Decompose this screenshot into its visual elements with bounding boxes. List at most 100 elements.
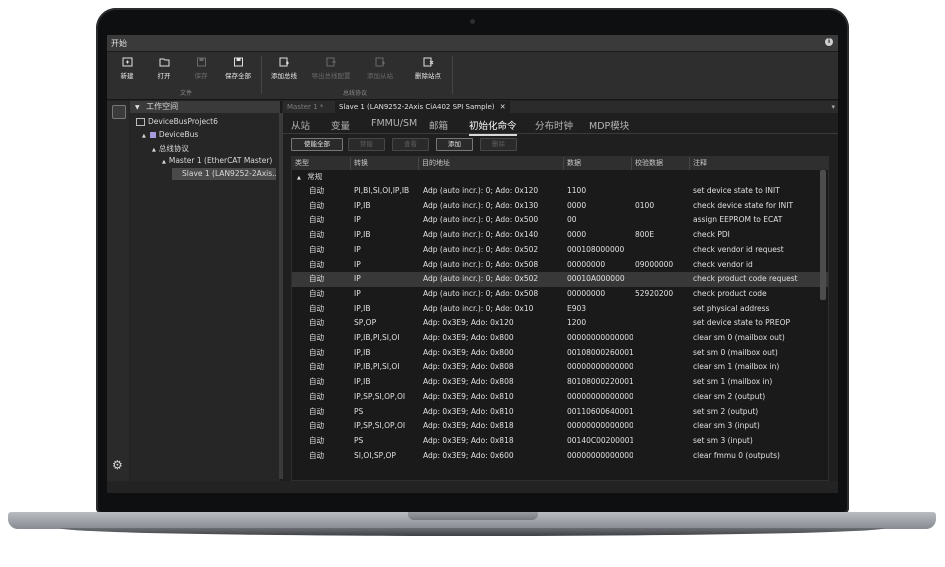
save-icon <box>196 57 206 67</box>
table-row[interactable]: 自动 PS Adp: 0x3E9; Ado: 0x810 00110600640001… <box>292 405 828 420</box>
tree-item-master[interactable]: ▲ Master 1 (EtherCAT Master) <box>162 156 272 165</box>
table-row[interactable]: 自动 IP,IB Adp (auto incr.): 0; Ado: 0x130 00… <box>292 199 828 214</box>
collapse-arrow-icon[interactable]: ▲ <box>297 175 301 181</box>
table-cell: Adp: 0x3E9; Ado: 0x120 <box>423 318 514 328</box>
tab-variables[interactable]: 变量 <box>331 118 350 132</box>
table-cell: 00000000 <box>567 288 606 298</box>
table-row[interactable]: 自动 IP,IB,PI,SI,OI Adp: 0x3E9; Ado: 0x808 00… <box>292 360 828 375</box>
info-icon[interactable]: i <box>825 38 833 46</box>
tree-item-project[interactable]: DeviceBusProject6 <box>136 117 218 126</box>
table-cell: set sm 3 (input) <box>693 435 753 445</box>
table-row[interactable]: 自动 IP,IB Adp (auto incr.): 0; Ado: 0x140 00… <box>292 228 828 243</box>
table-row[interactable]: 自动 IP,SP,SI,OP,OI Adp: 0x3E9; Ado: 0x818 00… <box>292 419 828 434</box>
save-all-button[interactable]: 保存全部 <box>220 57 256 80</box>
expand-arrow-icon[interactable]: ▲ <box>162 159 166 165</box>
table-cell: clear fmmu 0 (outputs) <box>693 450 780 460</box>
table-cell: set device state to PREOP <box>693 318 791 328</box>
table-cell: IP,IB <box>354 230 371 240</box>
tree-item-slave[interactable]: Slave 1 (LAN9252-2Axis... <box>172 168 276 180</box>
column-header-comment[interactable]: 注释 <box>689 157 828 170</box>
column-header-destination[interactable]: 目的地址 <box>418 157 563 170</box>
expand-arrow-icon[interactable]: ▲ <box>152 147 156 153</box>
workspace-nav-icon[interactable] <box>112 105 126 119</box>
tab-mdp-module[interactable]: MDP模块 <box>589 118 629 132</box>
table-row[interactable]: 自动 IP,IB Adp: 0x3E9; Ado: 0x800 00108000260… <box>292 346 828 361</box>
add-button[interactable]: 添加 <box>436 138 473 151</box>
table-cell: check vendor id request <box>693 244 784 254</box>
delete-station-icon <box>423 57 433 67</box>
tree-item-bus-protocol[interactable]: ▲ 总线协议 <box>152 143 189 154</box>
project-icon <box>136 118 145 126</box>
add-bus-button[interactable]: 添加总线 <box>266 57 302 80</box>
disable-button[interactable]: 禁能 <box>348 138 385 151</box>
table-cell: 0000 <box>567 230 587 240</box>
group-row[interactable]: ▲ 常规 <box>292 170 828 184</box>
table-cell: clear sm 1 (mailbox in) <box>693 362 780 372</box>
collapse-arrow-icon[interactable]: ▼ <box>135 104 140 111</box>
table-row[interactable]: 自动 IP,SP,SI,OP,OI Adp: 0x3E9; Ado: 0x810 00… <box>292 390 828 405</box>
table-cell: Adp: 0x3E9; Ado: 0x808 <box>423 362 514 372</box>
delete-button[interactable]: 删除 <box>480 138 517 151</box>
save-button[interactable]: 保存 <box>184 57 218 80</box>
table-cell: Adp: 0x3E9; Ado: 0x600 <box>423 450 514 460</box>
table-cell: 自动 <box>309 230 324 240</box>
column-header-data[interactable]: 数据 <box>563 157 631 170</box>
add-slave-button[interactable]: 添加从站 <box>361 57 399 80</box>
chevron-down-icon[interactable]: ▾ <box>831 101 835 113</box>
table-row[interactable]: 自动 PS Adp: 0x3E9; Ado: 0x818 00140C00200001… <box>292 434 828 449</box>
column-header-validate[interactable]: 校验数据 <box>631 157 689 170</box>
tab-distributed-clock[interactable]: 分布时钟 <box>535 118 573 132</box>
table-cell: 1100 <box>567 186 587 195</box>
table-cell: Adp: 0x3E9; Ado: 0x810 <box>423 391 514 401</box>
device-bus-icon <box>149 132 156 138</box>
expand-arrow-icon[interactable]: ▲ <box>142 133 146 139</box>
tab-slave-station[interactable]: 从站 <box>291 118 310 132</box>
column-header-transition[interactable]: 转换 <box>350 157 418 170</box>
table-row[interactable]: 自动 IP Adp (auto incr.): 0; Ado: 0x502 00010… <box>292 243 828 258</box>
ribbon-group-file: 文件 <box>179 90 192 97</box>
table-row[interactable]: 自动 IP Adp (auto incr.): 0; Ado: 0x508 00000… <box>292 258 828 273</box>
export-config-button[interactable]: 导出总线配置 <box>307 57 355 80</box>
tab-slave[interactable]: Slave 1 (LAN9252-2Axis CiA402 SPI Sample… <box>335 101 510 113</box>
tree-item-label: DeviceBus <box>158 130 199 139</box>
enable-all-button[interactable]: 使能全部 <box>291 138 343 151</box>
table-row[interactable]: 自动 SI,OI,SP,OP Adp: 0x3E9; Ado: 0x600 00000… <box>292 449 828 464</box>
table-cell: 自动 <box>309 333 324 342</box>
view-button[interactable]: 查看 <box>392 138 429 151</box>
table-row[interactable]: 自动 IP Adp (auto incr.): 0; Ado: 0x502 00010… <box>292 272 828 287</box>
table-cell: 000108000000 <box>567 244 625 254</box>
tree-header-label: 工作空间 <box>146 102 179 111</box>
tree-item-devicebus[interactable]: ▲ DeviceBus <box>142 130 198 139</box>
tab-init-commands[interactable]: 初始化命令 <box>469 118 517 136</box>
table-row[interactable]: 自动 IP Adp (auto incr.): 0; Ado: 0x500 00 ass… <box>292 213 828 228</box>
ribbon-toolbar: 新建 打开 保存 保存全部 添加总线 导出总线配置 添加从站 删除站点 文件 总… <box>107 52 838 100</box>
tab-fmmu-sm[interactable]: FMMU/SM <box>371 118 417 129</box>
table-cell: Adp (auto incr.): 0; Ado: 0x508 <box>423 288 539 298</box>
table-cell: assign EEPROM to ECAT <box>693 215 783 225</box>
table-cell: 52920200 <box>635 288 674 298</box>
table-row[interactable]: 自动 PI,BI,SI,OI,IP,IB Adp (auto incr.): 0; … <box>292 184 828 199</box>
table-cell: PS <box>354 435 364 445</box>
open-button[interactable]: 打开 <box>147 57 181 80</box>
table-row[interactable]: 自动 SP,OP Adp: 0x3E9; Ado: 0x120 1200 set dev… <box>292 316 828 331</box>
table-cell: IP,IB,PI,SI,OI <box>354 333 400 342</box>
gear-icon[interactable]: ⚙ <box>112 459 123 471</box>
table-row[interactable]: 自动 IP,IB Adp: 0x3E9; Ado: 0x808 80108000220… <box>292 375 828 390</box>
add-slave-icon <box>375 57 385 67</box>
save-all-icon <box>233 57 243 67</box>
table-cell: 自动 <box>309 347 324 357</box>
table-row[interactable]: 自动 IP,IB,PI,SI,OI Adp: 0x3E9; Ado: 0x800 00… <box>292 331 828 346</box>
close-icon[interactable]: ✕ <box>500 103 506 111</box>
delete-station-button[interactable]: 删除站点 <box>409 57 447 80</box>
table-cell: Adp (auto incr.): 0; Ado: 0x502 <box>423 274 539 284</box>
tab-master[interactable]: Master 1 * <box>283 101 327 113</box>
table-cell: 自动 <box>309 288 324 298</box>
new-button[interactable]: 新建 <box>110 57 144 80</box>
table-row[interactable]: 自动 IP,IB Adp (auto incr.): 0; Ado: 0x10 E90… <box>292 302 828 317</box>
table-scrollbar[interactable] <box>820 170 826 300</box>
tree-header: ▼ 工作空间 <box>130 101 280 113</box>
column-header-type[interactable]: 类型 <box>292 157 350 170</box>
tab-mailbox[interactable]: 邮箱 <box>429 118 448 132</box>
menu-start[interactable]: 开始 <box>111 38 127 49</box>
table-row[interactable]: 自动 IP Adp (auto incr.): 0; Ado: 0x508 00000… <box>292 287 828 302</box>
